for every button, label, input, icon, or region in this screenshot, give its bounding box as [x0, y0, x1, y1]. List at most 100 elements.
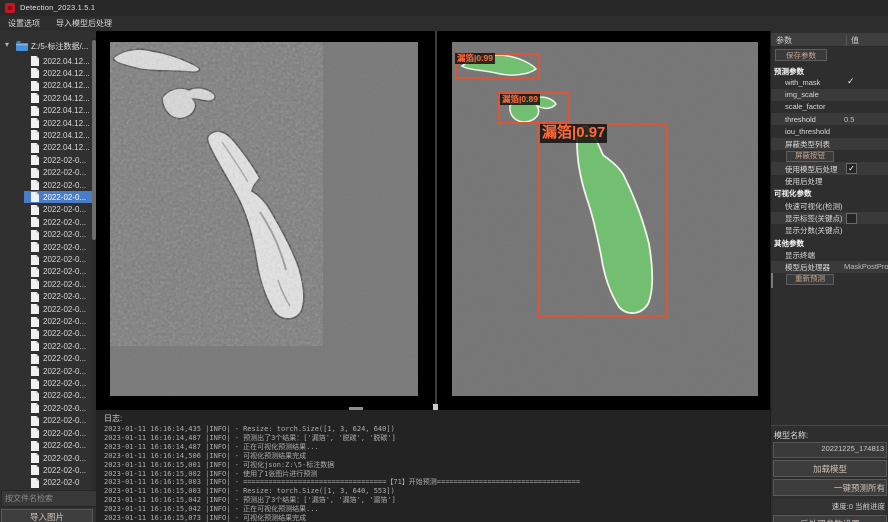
param-value[interactable]: 0.5	[844, 115, 854, 124]
detection-label: 漏箔|0.99	[455, 53, 495, 64]
file-list-item[interactable]: 2022-02-0...	[0, 204, 92, 216]
file-name: 2022-02-0...	[43, 193, 86, 202]
file-list-item[interactable]: 2022.04.12...	[0, 105, 92, 117]
file-list-item[interactable]: 2022-02-0...	[0, 316, 92, 328]
file-name: 2022-02-0...	[43, 441, 86, 450]
file-list-item[interactable]: 2022.04.12...	[0, 55, 92, 67]
log-line: 2023-01-11 16:16:14,506 |INFO| - 可视化预测结果…	[104, 452, 764, 461]
file-list-item[interactable]: 2022.04.12...	[0, 80, 92, 92]
file-list-item[interactable]: 2022.04.12...	[0, 67, 92, 79]
log-line: 2023-01-11 16:16:15,042 |INFO| - 预测出了3个结…	[104, 496, 764, 505]
predict-all-button[interactable]: 一键预测所有	[773, 479, 887, 496]
model-section: 模型名称: 20221225_174813 加载模型 一键预测所有 速度:0 当…	[771, 425, 888, 522]
param-row[interactable]: 显示分数(关键点)	[771, 224, 888, 236]
app-window: Detection_2023.1.5.1 设置选项导入模型后处理 ▾ Z:/5-…	[0, 0, 888, 522]
file-list-item[interactable]: 2022-02-0...	[0, 427, 92, 439]
param-row[interactable]: 使用模型后处理✓	[771, 162, 888, 174]
postprocess-settings-button[interactable]: 后处理参数设置	[773, 515, 887, 522]
param-checkbox[interactable]	[846, 213, 857, 224]
file-list-item[interactable]: 2022-02-0...	[0, 340, 92, 352]
prediction-image-panel[interactable]: 漏箔|0.99漏箔|0.89漏箔|0.97	[452, 42, 758, 396]
filename-search-input[interactable]	[1, 490, 97, 507]
params-scrollbar-thumb[interactable]	[771, 273, 773, 288]
file-list-item[interactable]: 2022.04.12...	[0, 129, 92, 141]
file-list-item[interactable]: 2022-02-0...	[0, 415, 92, 427]
repredict-button[interactable]: 重新预测	[786, 274, 834, 285]
file-list-item[interactable]: 2022-02-0...	[0, 464, 92, 476]
file-list-item[interactable]: 2022-02-0...	[0, 440, 92, 452]
param-row[interactable]: with_mask✓	[771, 76, 888, 88]
file-list-item[interactable]: 2022-02-0...	[0, 266, 92, 278]
file-list-item[interactable]: 2022-02-0...	[0, 452, 92, 464]
file-list-item[interactable]: 2022-02-0...	[0, 328, 92, 340]
file-name: 2022.04.12...	[43, 106, 90, 115]
file-name: 2022.04.12...	[43, 119, 90, 128]
log-panel: 日志: 2023-01-11 16:16:14,435 |INFO| - Res…	[96, 410, 770, 522]
param-row[interactable]: 使用后处理	[771, 175, 888, 187]
file-name: 2022-02-0...	[43, 267, 86, 276]
model-name-field[interactable]: 20221225_174813	[773, 442, 887, 458]
file-list-item[interactable]: 2022-02-0...	[0, 278, 92, 290]
menu-item-0[interactable]: 设置选项	[0, 16, 48, 31]
param-value[interactable]: MaskPostPro	[844, 262, 888, 271]
file-list-item[interactable]: 2022-02-0...	[0, 291, 92, 303]
file-list-item[interactable]: 2022.04.12...	[0, 92, 92, 104]
param-row[interactable]: img_scale	[771, 89, 888, 101]
save-params-button[interactable]: 保存参数	[775, 49, 827, 61]
file-list-item[interactable]: 2022-02-0...	[0, 154, 92, 166]
log-lines: 2023-01-11 16:16:14,435 |INFO| - Resize:…	[104, 425, 764, 522]
param-checkbox[interactable]: ✓	[846, 163, 857, 174]
param-section-label: 其他参数	[774, 238, 804, 249]
param-row[interactable]: scale_factor	[771, 101, 888, 113]
param-row[interactable]: 显示终端	[771, 248, 888, 260]
param-button-row: 屏蔽按钮	[771, 150, 888, 162]
file-list-item[interactable]: 2022-02-0...	[0, 254, 92, 266]
file-name: 2022-02-0...	[43, 342, 86, 351]
file-list-item[interactable]: 2022-02-0...	[0, 216, 92, 228]
params-table-header: 参数 值	[771, 33, 888, 47]
menu-bar: 设置选项导入模型后处理	[0, 16, 888, 31]
file-list-item[interactable]: 2022-02-0...	[0, 303, 92, 315]
file-list-item[interactable]: 2022-02-0...	[0, 378, 92, 390]
param-row[interactable]: 屏蔽类型列表	[771, 138, 888, 150]
param-row[interactable]: iou_threshold	[771, 125, 888, 137]
original-image-panel[interactable]	[110, 42, 418, 396]
param-row[interactable]: 显示标签(关键点)	[771, 212, 888, 224]
file-list-item[interactable]: 2022-02-0	[0, 477, 92, 489]
load-model-button[interactable]: 加载模型	[773, 460, 887, 477]
vertical-splitter[interactable]	[435, 31, 437, 410]
file-list-item[interactable]: 2022-02-0...	[0, 390, 92, 402]
file-list-item[interactable]: 2022-02-0...	[0, 241, 92, 253]
file-name: 2022-02-0...	[43, 354, 86, 363]
detection-box[interactable]	[538, 123, 668, 317]
file-list-item[interactable]: 2022-02-0...	[0, 365, 92, 377]
file-list-item[interactable]: 2022.04.12...	[0, 117, 92, 129]
file-name: 2022-02-0...	[43, 156, 86, 165]
file-name: 2022.04.12...	[43, 57, 90, 66]
file-list-item[interactable]: 2022.04.12...	[0, 142, 92, 154]
mask-types-button[interactable]: 屏蔽按钮	[786, 151, 834, 162]
param-row[interactable]: 快速可视化(检测)	[771, 199, 888, 211]
file-list-item[interactable]: 2022-02-0...	[0, 402, 92, 414]
param-label: 屏蔽类型列表	[785, 139, 830, 150]
menu-item-1[interactable]: 导入模型后处理	[48, 16, 120, 31]
tree-root-folder[interactable]: ▾ Z:/5-标注数据/...	[0, 40, 96, 53]
file-list-item[interactable]: 2022-02-0...	[0, 353, 92, 365]
app-logo-icon	[5, 3, 15, 13]
param-label: 快速可视化(检测)	[785, 201, 843, 212]
caret-down-icon[interactable]: ▾	[5, 40, 9, 49]
import-images-button[interactable]: 导入图片	[1, 509, 93, 522]
file-list-item[interactable]: 2022-02-0...	[0, 229, 92, 241]
file-name: 2022-02-0...	[43, 466, 86, 475]
file-list-item[interactable]: 2022-02-0...	[0, 179, 92, 191]
folder-icon	[16, 41, 28, 51]
param-row[interactable]: threshold0.5	[771, 113, 888, 125]
params-column-header: 参数	[776, 35, 792, 46]
file-list-item[interactable]: 2022-02-0...	[0, 167, 92, 179]
file-list-item[interactable]: 2022-02-0...	[0, 191, 92, 203]
param-row[interactable]: 模型后处理器MaskPostPro	[771, 261, 888, 273]
log-line: 2023-01-11 16:16:15,001 |INFO| - 可视化json…	[104, 461, 764, 470]
title-bar: Detection_2023.1.5.1	[0, 0, 888, 16]
tree-root-label: Z:/5-标注数据/...	[31, 41, 88, 52]
param-label: scale_factor	[785, 102, 825, 111]
